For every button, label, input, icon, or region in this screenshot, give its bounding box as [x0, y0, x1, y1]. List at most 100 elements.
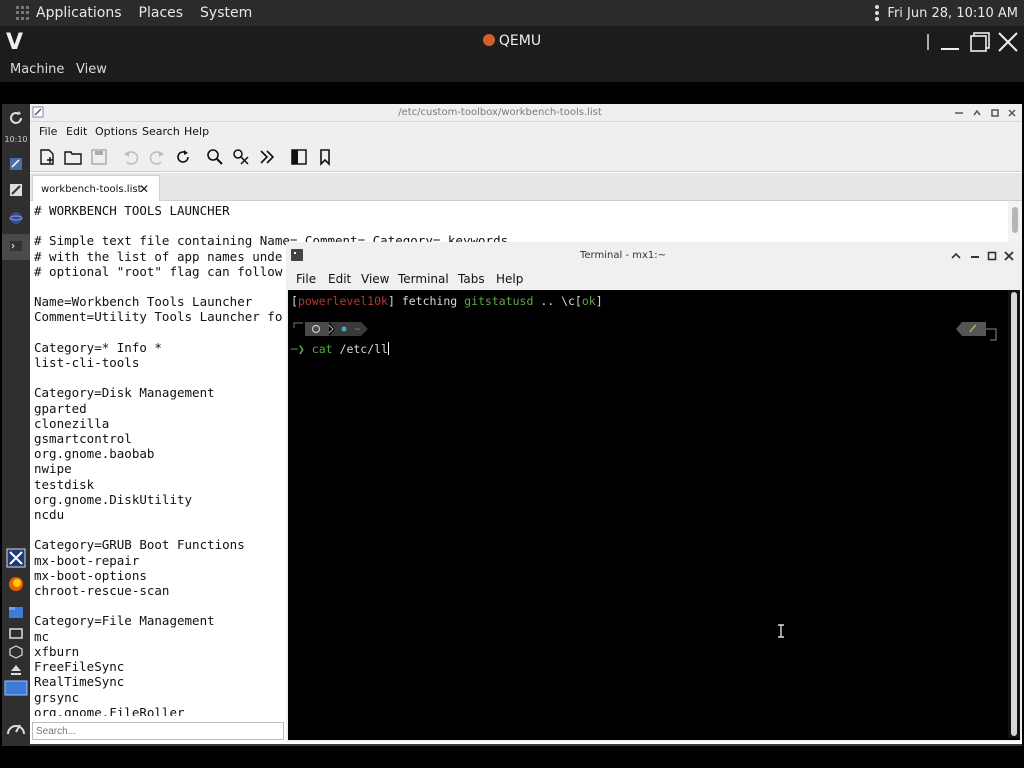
bookmark-icon[interactable] [316, 148, 334, 166]
screen-icon[interactable] [8, 626, 24, 642]
workspace-icon[interactable] [4, 680, 28, 696]
editor-tab-bar: workbench-tools.list ✕ [30, 173, 1022, 201]
ibeam-mouse-cursor-icon [778, 624, 784, 638]
bracket: [ [291, 294, 298, 308]
mx-tools-icon[interactable] [6, 548, 26, 568]
menu-view[interactable]: View [76, 62, 107, 77]
maximize-icon[interactable] [968, 30, 992, 54]
editor-toolbar [30, 142, 1022, 172]
menu-machine[interactable]: Machine [10, 62, 64, 77]
terminal-menu-file[interactable]: File [296, 272, 316, 286]
refresh-icon[interactable] [8, 110, 24, 126]
applications-grid-icon[interactable] [16, 6, 30, 20]
globe-task-icon[interactable] [8, 210, 24, 226]
bracket: ] [387, 294, 395, 308]
qemu-status-area [0, 746, 1024, 768]
powerlevel-label: powerlevel10k [297, 294, 388, 308]
terminal-title: Terminal - mx1:~ [580, 250, 666, 261]
undo-icon[interactable] [122, 148, 140, 166]
editor-menu-help[interactable]: Help [184, 125, 209, 138]
firefox-icon[interactable] [8, 576, 24, 592]
window-title-text: QEMU [498, 33, 542, 49]
close-icon[interactable] [996, 30, 1020, 54]
file-manager-icon[interactable] [8, 604, 24, 620]
editor-titlebar: /etc/custom-toolbox/workbench-tools.list [30, 104, 1022, 122]
argument-text: /etc/ll [339, 342, 388, 356]
editor-close-icon[interactable] [1007, 108, 1017, 118]
terminal-minimize-icon[interactable] [970, 251, 980, 261]
search-icon[interactable] [206, 148, 224, 166]
editor-menu-search[interactable]: Search [142, 125, 180, 138]
menu-applications[interactable]: Applications [36, 5, 122, 21]
terminal-shade-icon[interactable] [951, 251, 961, 261]
editor-menubar: File Edit Options Search Help [30, 122, 1022, 142]
command-line[interactable]: ─❯ cat /etc/ll [291, 342, 389, 356]
new-file-icon[interactable] [38, 148, 56, 166]
editor-task-icon[interactable] [8, 182, 24, 198]
editor-shade-icon[interactable] [972, 108, 982, 118]
save-icon[interactable] [90, 148, 108, 166]
window-button-icon[interactable] [8, 156, 24, 172]
performance-gauge-icon[interactable] [6, 718, 26, 738]
tab-workbench-tools-list[interactable]: workbench-tools.list ✕ [32, 175, 160, 201]
qemu-titlebar: V QEMU [0, 26, 1024, 58]
terminal-output[interactable]: [powerlevel10k] fetching gitstatusd .. \… [288, 290, 1008, 738]
terminal-menu-view[interactable]: View [361, 272, 389, 286]
find-replace-icon[interactable] [232, 148, 250, 166]
editor-minimize-icon[interactable] [954, 108, 964, 118]
window-title: QEMU [0, 33, 1024, 49]
redo-icon[interactable] [148, 148, 166, 166]
dots-text: .. \c[ [533, 294, 582, 308]
terminal-close-icon[interactable] [1004, 251, 1014, 261]
clock[interactable]: Fri Jun 28, 10:10 AM [887, 6, 1018, 21]
terminal-menu-terminal[interactable]: Terminal [398, 272, 449, 286]
terminal-maximize-icon[interactable] [987, 251, 997, 261]
editor-title: /etc/custom-toolbox/workbench-tools.list [398, 107, 602, 118]
terminal-task-icon[interactable] [8, 238, 24, 254]
svg-text:~: ~ [355, 325, 361, 335]
terminal-menu-edit[interactable]: Edit [328, 272, 351, 286]
qemu-app-icon [482, 34, 495, 46]
terminal-scroll-thumb[interactable] [1011, 292, 1017, 736]
tab-label: workbench-tools.list [41, 184, 142, 195]
editor-maximize-icon[interactable] [990, 108, 1000, 118]
bracket: ] [595, 294, 603, 308]
minimize-icon[interactable] [938, 30, 962, 54]
p10k-status-line: [powerlevel10k] fetching gitstatusd .. \… [291, 294, 603, 308]
host-top-panel: Applications Places System Fri Jun 28, 1… [0, 0, 1024, 26]
editor-menu-options[interactable]: Options [95, 125, 137, 138]
tab-close-icon[interactable]: ✕ [139, 182, 149, 196]
side-pane-icon[interactable] [290, 148, 308, 166]
editor-menu-edit[interactable]: Edit [66, 125, 87, 138]
gitstatusd-label: gitstatusd [464, 294, 534, 308]
jump-to-icon[interactable] [258, 148, 276, 166]
ok-label: ok [581, 294, 596, 308]
qemu-menubar: Machine View [0, 58, 1024, 82]
menu-system[interactable]: System [200, 5, 252, 21]
command-text: cat [311, 342, 333, 356]
editor-scroll-thumb[interactable] [1012, 207, 1018, 233]
terminal-scrollbar[interactable] [1008, 290, 1020, 738]
editor-line: # WORKBENCH TOOLS LAUNCHER [34, 203, 230, 218]
guest-panel: 10:10 [2, 104, 30, 746]
package-icon[interactable] [8, 644, 24, 660]
separator-icon [927, 34, 929, 50]
terminal-window: Terminal - mx1:~ File Edit View Terminal… [286, 242, 1022, 742]
terminal-menubar: File Edit View Terminal Tabs Help [288, 268, 1020, 290]
prompt-arrow: ─❯ [291, 342, 305, 356]
terminal-titlebar: Terminal - mx1:~ [288, 244, 1020, 268]
menu-places[interactable]: Places [139, 5, 184, 21]
prompt-status-segment [956, 322, 997, 341]
terminal-menu-tabs[interactable]: Tabs [458, 272, 485, 286]
panel-options-icon[interactable] [875, 5, 880, 21]
editor-search-input[interactable] [32, 722, 284, 740]
eject-icon[interactable] [8, 662, 24, 678]
terminal-menu-help[interactable]: Help [496, 272, 523, 286]
guest-clock: 10:10 [4, 135, 28, 144]
editor-menu-file[interactable]: File [39, 125, 57, 138]
text-cursor [387, 342, 389, 355]
reload-icon[interactable] [174, 148, 192, 166]
open-folder-icon[interactable] [64, 148, 82, 166]
fetching-text: fetching [394, 294, 465, 308]
